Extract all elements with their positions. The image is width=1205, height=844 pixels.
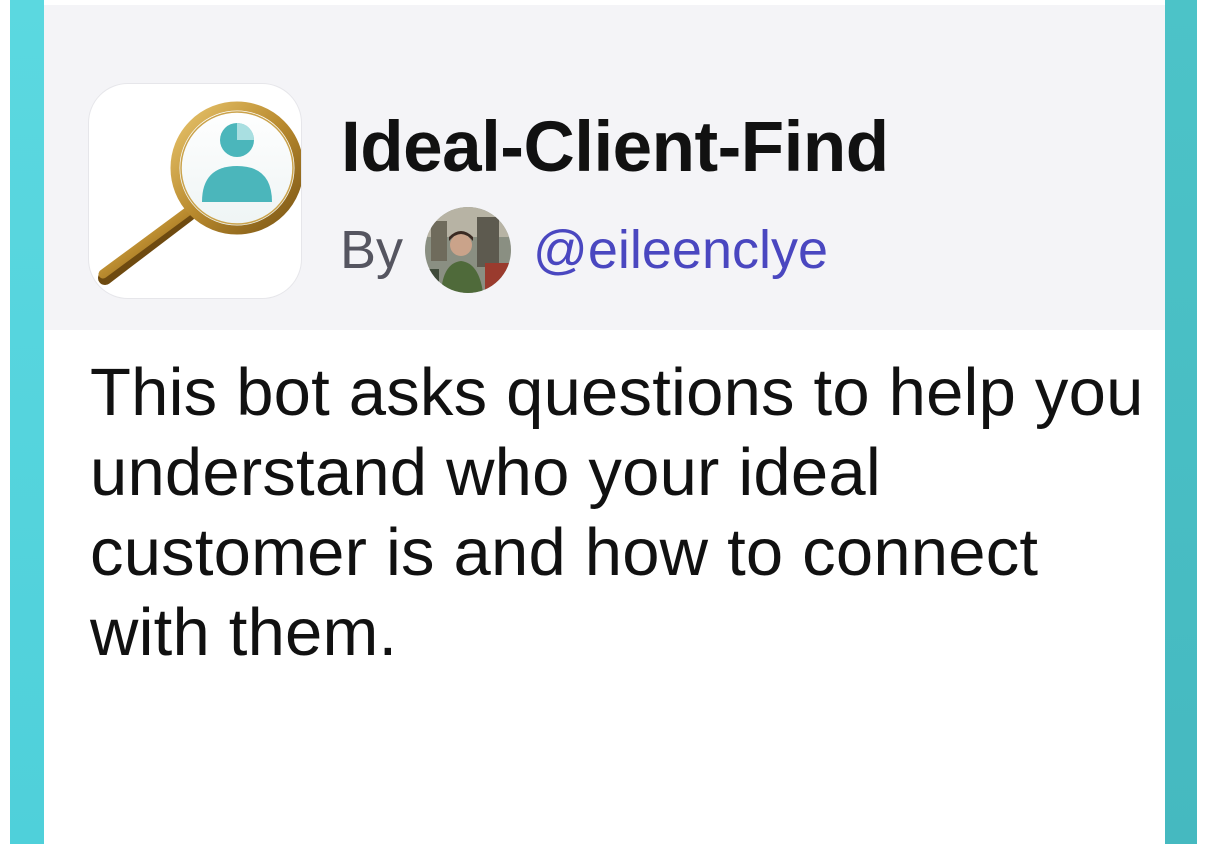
magnifying-glass-person-icon <box>88 83 302 299</box>
by-label: By <box>340 220 404 280</box>
author-avatar[interactable] <box>425 207 512 293</box>
bot-title: Ideal-Client-Find <box>341 108 889 187</box>
bot-description: This bot asks questions to help you unde… <box>90 355 1144 670</box>
bot-card: Ideal-Client-Find By @eileenclye This bo… <box>44 0 1165 844</box>
bot-card-frame: Ideal-Client-Find By @eileenclye This bo… <box>0 0 1205 844</box>
bot-header: Ideal-Client-Find By @eileenclye <box>44 5 1165 330</box>
right-accent-border <box>1165 0 1197 844</box>
author-handle-link[interactable]: @eileenclye <box>533 219 828 281</box>
author-byline: By @eileenclye <box>340 207 828 293</box>
left-accent-border <box>10 0 44 844</box>
